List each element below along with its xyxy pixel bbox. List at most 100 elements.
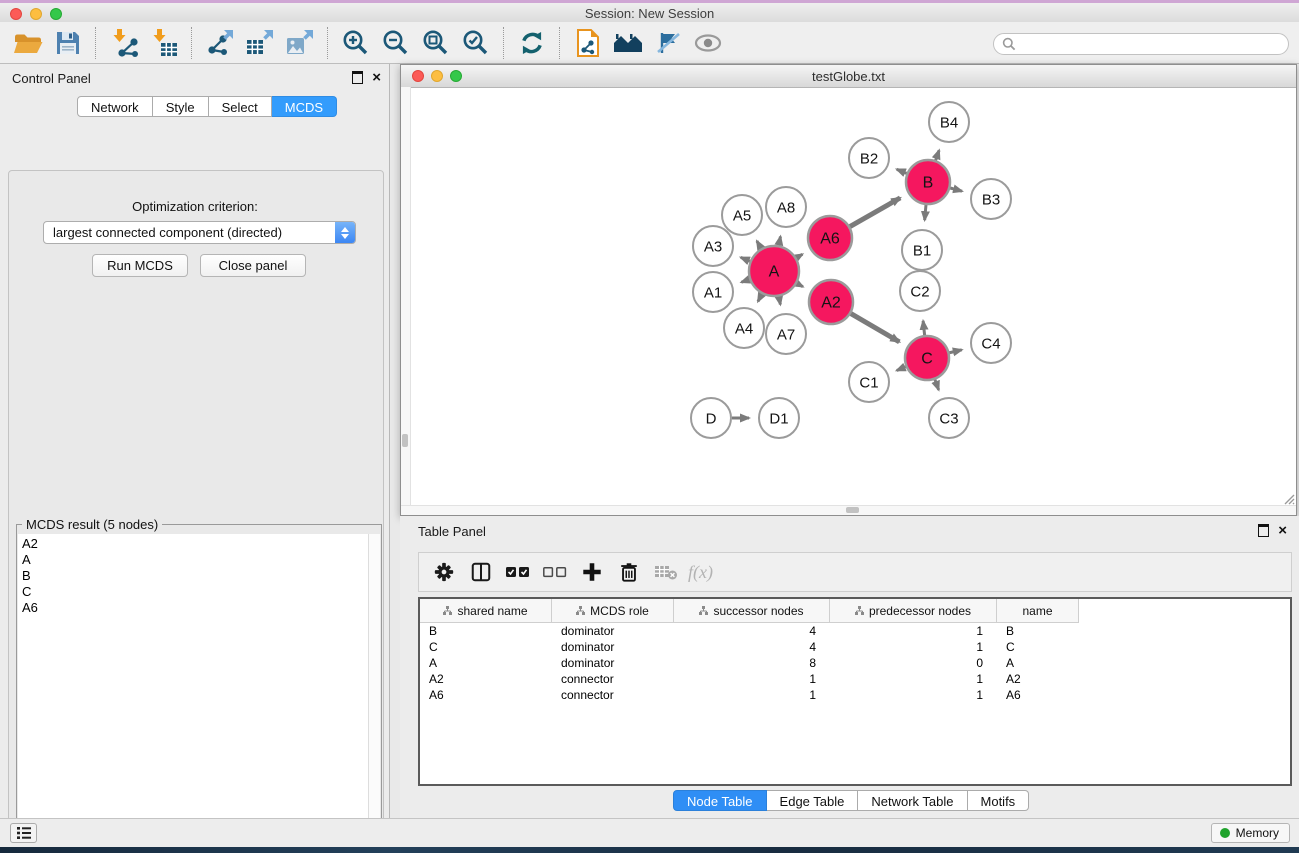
table-row[interactable]: Cdominator41C [420,639,1290,655]
tab-select[interactable]: Select [209,96,272,117]
network-horizontal-scrollbar[interactable] [401,505,1296,515]
table-row[interactable]: Adominator80A [420,655,1290,671]
edge-A2-C[interactable] [851,314,899,342]
zoom-in-icon[interactable] [336,25,376,61]
table-cell[interactable]: A [997,655,1079,671]
criterion-dropdown[interactable]: largest connected component (directed) [43,221,356,244]
table-cell[interactable]: 8 [674,655,830,671]
node-A7[interactable]: A7 [766,314,806,354]
table-cell[interactable]: 4 [674,623,830,639]
table-cell[interactable]: 1 [674,687,830,703]
edge-A-A6[interactable] [796,254,802,258]
table-cell[interactable]: connector [552,671,674,687]
table-cell[interactable]: 1 [830,687,997,703]
edge-B-B3[interactable] [950,188,962,191]
columns-icon[interactable] [462,556,499,588]
node-A5[interactable]: A5 [722,195,762,235]
zoom-fit-icon[interactable] [416,25,456,61]
table-cell[interactable]: A2 [997,671,1079,687]
checked-boxes-icon[interactable] [499,556,536,588]
scrollbar-thumb[interactable] [402,434,408,447]
search-input[interactable] [993,33,1289,55]
table-cell[interactable]: B [997,623,1079,639]
home-icon[interactable] [608,25,648,61]
node-B3[interactable]: B3 [971,179,1011,219]
trash-icon[interactable] [610,556,647,588]
open-folder-icon[interactable] [8,25,48,61]
edge-B-B1[interactable] [925,205,926,220]
table-cell[interactable]: A [420,655,552,671]
memory-button[interactable]: Memory [1211,823,1290,843]
edge-B-B2[interactable] [897,169,907,173]
close-table-panel-icon[interactable]: × [1278,525,1287,537]
network-document-icon[interactable] [568,25,608,61]
result-item[interactable]: A6 [22,600,369,616]
table-cell[interactable]: connector [552,687,674,703]
zoom-out-icon[interactable] [376,25,416,61]
table-row[interactable]: A2connector11A2 [420,671,1290,687]
tab-motifs[interactable]: Motifs [968,790,1030,811]
column-header-predecessor-nodes[interactable]: predecessor nodes [830,599,997,623]
table-cell[interactable]: A6 [420,687,552,703]
node-A2[interactable]: A2 [809,280,853,324]
table-row[interactable]: Bdominator41B [420,623,1290,639]
node-B[interactable]: B [906,160,950,204]
float-table-panel-icon[interactable] [1258,524,1269,537]
edge-A-A3[interactable] [741,257,750,261]
result-item[interactable]: A [22,552,369,568]
scrollbar-thumb[interactable] [846,507,859,513]
network-vertical-scrollbar[interactable] [401,87,411,506]
edge-C-C2[interactable] [923,321,924,335]
result-item[interactable]: B [22,568,369,584]
tab-edge-table[interactable]: Edge Table [767,790,859,811]
table-cell[interactable]: A2 [420,671,552,687]
table-cell[interactable]: dominator [552,623,674,639]
node-C1[interactable]: C1 [849,362,889,402]
import-table-icon[interactable] [144,25,184,61]
table-cell[interactable]: 4 [674,639,830,655]
table-cell[interactable]: C [420,639,552,655]
tab-network-table[interactable]: Network Table [858,790,967,811]
tab-network[interactable]: Network [77,96,153,117]
node-D[interactable]: D [691,398,731,438]
network-canvas[interactable]: B4B2BB3A5A8A6B1A3AC2A1A2A4A7C4CC1C3DD1 [410,87,1298,508]
edge-A-A4[interactable] [758,294,762,301]
import-network-icon[interactable] [104,25,144,61]
column-header-successor-nodes[interactable]: successor nodes [674,599,830,623]
edge-C-C4[interactable] [949,350,961,353]
export-image-icon[interactable] [280,25,320,61]
resize-grip-icon[interactable] [1282,492,1295,505]
node-C4[interactable]: C4 [971,323,1011,363]
node-C2[interactable]: C2 [900,271,940,311]
close-panel-button[interactable]: Close panel [200,254,306,277]
table-cell[interactable]: 1 [830,639,997,655]
edge-A6-B[interactable] [850,198,900,227]
add-icon[interactable] [573,556,610,588]
column-header-name[interactable]: name [997,599,1079,623]
unchecked-boxes-icon[interactable] [536,556,573,588]
node-A1[interactable]: A1 [693,272,733,312]
node-B1[interactable]: B1 [902,230,942,270]
save-icon[interactable] [48,25,88,61]
tab-node-table[interactable]: Node Table [673,790,767,811]
node-A3[interactable]: A3 [693,226,733,266]
node-B4[interactable]: B4 [929,102,969,142]
export-network-icon[interactable] [200,25,240,61]
function-icon[interactable]: f(x) [688,562,713,583]
table-row[interactable]: A6connector11A6 [420,687,1290,703]
table-cell[interactable]: dominator [552,639,674,655]
edge-A-A2[interactable] [797,283,803,286]
column-header-MCDS-role[interactable]: MCDS role [552,599,674,623]
close-panel-icon[interactable]: × [372,72,381,84]
title-bar[interactable]: Session: New Session [0,0,1299,22]
table-cell[interactable]: C [997,639,1079,655]
edge-A-A8[interactable] [779,236,781,245]
edge-C-C1[interactable] [897,367,906,371]
delete-table-icon[interactable] [647,556,684,588]
tab-style[interactable]: Style [153,96,209,117]
node-A4[interactable]: A4 [724,308,764,348]
hide-labels-icon[interactable] [648,25,688,61]
edge-A-A5[interactable] [757,241,761,248]
node-C[interactable]: C [905,336,949,380]
table-cell[interactable]: 0 [830,655,997,671]
